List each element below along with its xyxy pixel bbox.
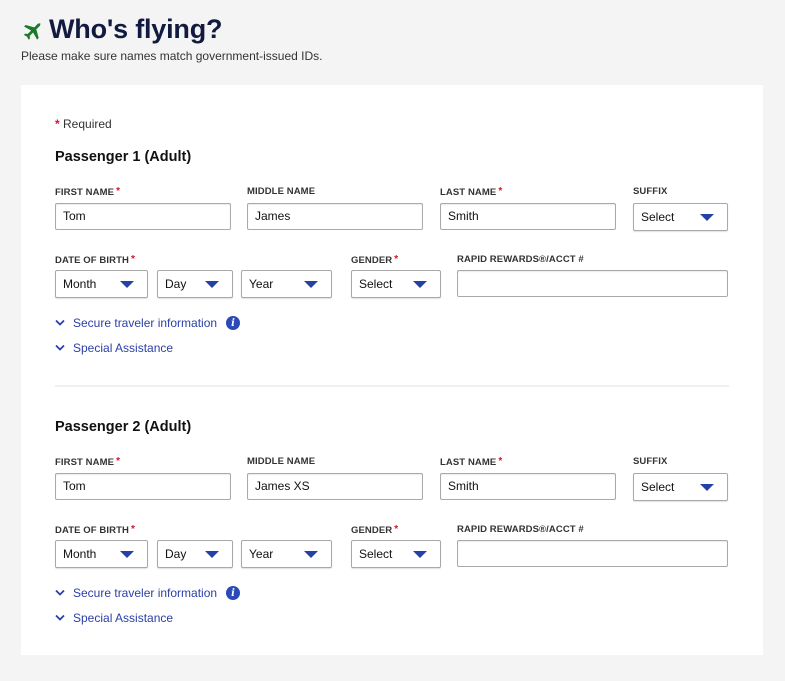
page-header: Who's flying? Please make sure names mat… — [21, 14, 322, 63]
secure-traveler-label: Secure traveler information — [73, 316, 218, 330]
chevron-down-icon — [55, 319, 65, 326]
dropdown-caret-icon — [205, 551, 219, 558]
passenger-title: Passenger 2 (Adult) — [55, 419, 192, 435]
secure-traveler-toggle[interactable]: Secure traveler information i — [55, 316, 241, 330]
gender-label: GENDER * — [351, 524, 399, 536]
dropdown-caret-icon — [120, 551, 134, 558]
middle-name-label: MIDDLE NAME — [247, 456, 316, 467]
first-name-label: FIRST NAME * — [55, 456, 121, 468]
airplane-icon — [23, 22, 41, 40]
secure-traveler-label: Secure traveler information — [73, 586, 218, 600]
special-assistance-toggle[interactable]: Special Assistance — [55, 611, 173, 625]
suffix-select[interactable]: Select — [633, 203, 728, 231]
first-name-input[interactable]: Tom — [55, 203, 231, 230]
dob-month-select[interactable]: Month — [55, 540, 148, 568]
special-assistance-toggle[interactable]: Special Assistance — [55, 341, 173, 355]
dropdown-caret-icon — [413, 551, 427, 558]
dob-year-select[interactable]: Year — [241, 270, 332, 298]
dropdown-caret-icon — [700, 484, 714, 491]
middle-name-input[interactable]: James — [247, 203, 423, 230]
rapid-rewards-label: RAPID REWARDS®/ACCT # — [457, 524, 584, 535]
special-assistance-label: Special Assistance — [73, 341, 174, 355]
suffix-label: SUFFIX — [633, 186, 668, 197]
dob-label: DATE OF BIRTH * — [55, 524, 135, 536]
dropdown-caret-icon — [205, 281, 219, 288]
required-note-text: Required — [63, 117, 112, 131]
rapid-rewards-label: RAPID REWARDS®/ACCT # — [457, 254, 584, 265]
passenger-title: Passenger 1 (Adult) — [55, 149, 192, 165]
passenger-form-card: * Required Passenger 1 (Adult) FIRST NAM… — [21, 85, 763, 655]
dropdown-caret-icon — [304, 281, 318, 288]
required-asterisk: * — [55, 117, 60, 131]
rapid-rewards-input[interactable] — [457, 540, 728, 567]
suffix-select[interactable]: Select — [633, 473, 728, 501]
required-note: * Required — [55, 117, 112, 131]
suffix-label: SUFFIX — [633, 456, 668, 467]
chevron-down-icon — [55, 614, 65, 621]
info-icon[interactable]: i — [226, 586, 241, 600]
dob-day-select[interactable]: Day — [157, 270, 233, 298]
chevron-down-icon — [55, 589, 65, 596]
first-name-input[interactable]: Tom — [55, 473, 231, 500]
section-divider — [55, 385, 729, 387]
dob-label: DATE OF BIRTH * — [55, 254, 135, 266]
page-title: Who's flying? — [49, 14, 223, 44]
middle-name-label: MIDDLE NAME — [247, 186, 316, 197]
special-assistance-label: Special Assistance — [73, 611, 174, 625]
dropdown-caret-icon — [120, 281, 134, 288]
rapid-rewards-input[interactable] — [457, 270, 728, 297]
dob-month-select[interactable]: Month — [55, 270, 148, 298]
dob-day-select[interactable]: Day — [157, 540, 233, 568]
last-name-label: LAST NAME * — [440, 456, 503, 468]
first-name-label: FIRST NAME * — [55, 186, 121, 198]
dob-year-select[interactable]: Year — [241, 540, 332, 568]
page-subtitle: Please make sure names match government-… — [21, 49, 323, 63]
last-name-input[interactable]: Smith — [440, 203, 616, 230]
secure-traveler-toggle[interactable]: Secure traveler information i — [55, 586, 241, 600]
dropdown-caret-icon — [413, 281, 427, 288]
middle-name-input[interactable]: James XS — [247, 473, 423, 500]
gender-select[interactable]: Select — [351, 540, 441, 568]
info-icon[interactable]: i — [226, 316, 241, 330]
dropdown-caret-icon — [304, 551, 318, 558]
last-name-input[interactable]: Smith — [440, 473, 616, 500]
dropdown-caret-icon — [700, 214, 714, 221]
chevron-down-icon — [55, 344, 65, 351]
gender-select[interactable]: Select — [351, 270, 441, 298]
gender-label: GENDER * — [351, 254, 399, 266]
last-name-label: LAST NAME * — [440, 186, 503, 198]
